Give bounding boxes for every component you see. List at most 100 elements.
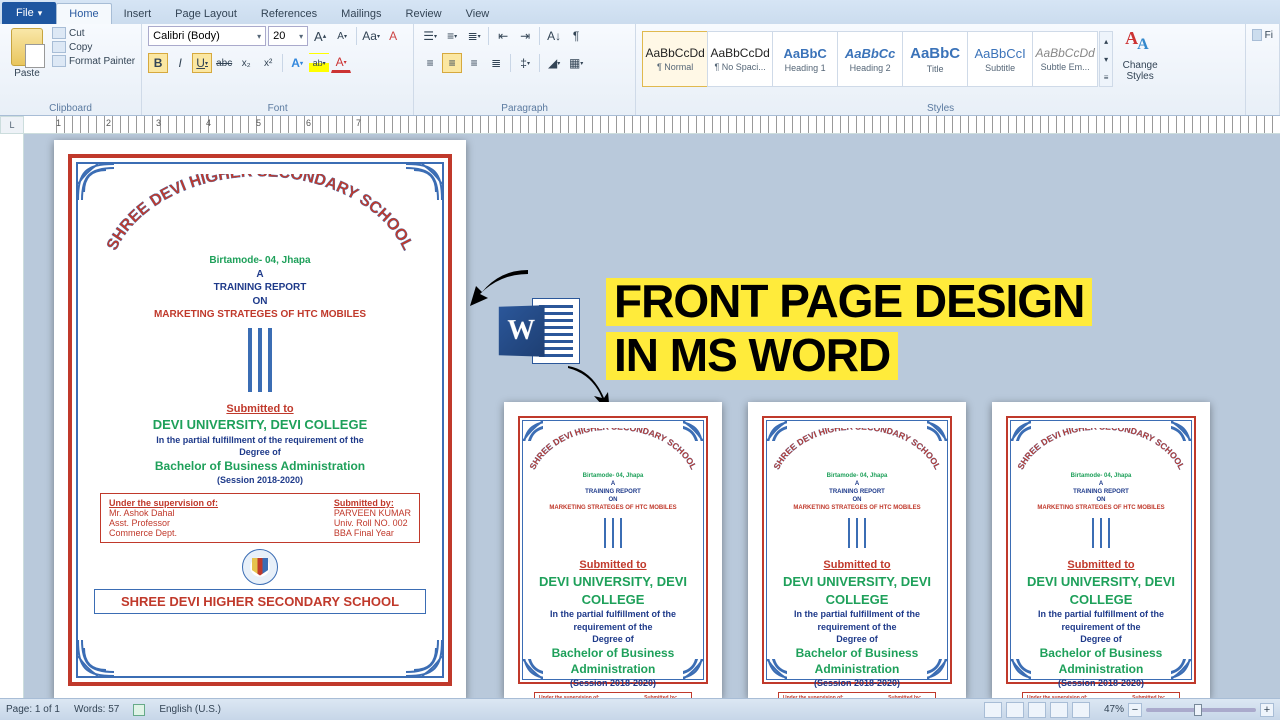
tab-view[interactable]: View (454, 4, 502, 24)
style-no-spacing[interactable]: AaBbCcDd¶ No Spaci... (707, 31, 773, 87)
tab-insert[interactable]: Insert (112, 4, 164, 24)
doc-on: ON (526, 496, 700, 504)
doc-a: A (770, 480, 944, 488)
tab-file[interactable]: File (2, 2, 56, 24)
status-bar: Page: 1 of 1 Words: 57 English (U.S.) 47… (0, 698, 1280, 720)
underline-button[interactable]: U▾ (192, 53, 212, 73)
document-canvas[interactable]: SHREE DEVI HIGHER SECONDARY SCHOOL Birta… (24, 134, 1280, 698)
doc-on: ON (1014, 496, 1188, 504)
wordart-arch[interactable]: SHREE DEVI HIGHER SECONDARY SCHOOL (1014, 428, 1188, 472)
style-heading-1[interactable]: AaBbCHeading 1 (772, 31, 838, 87)
status-words[interactable]: Words: 57 (74, 704, 119, 715)
view-draft-button[interactable] (1072, 702, 1090, 718)
paste-button[interactable]: Paste (6, 26, 48, 79)
doc-bba: Bachelor of Business Administration (1014, 645, 1188, 677)
tab-references[interactable]: References (249, 4, 329, 24)
wordart-arch[interactable]: SHREE DEVI HIGHER SECONDARY SCHOOL (526, 428, 700, 472)
document-page-main[interactable]: SHREE DEVI HIGHER SECONDARY SCHOOL Birta… (54, 140, 466, 698)
status-page[interactable]: Page: 1 of 1 (6, 704, 60, 715)
doc-training: TRAINING REPORT (1014, 488, 1188, 496)
page-inner-border: SHREE DEVI HIGHER SECONDARY SCHOOL Birta… (1010, 420, 1192, 680)
font-size-combo[interactable]: 20 (268, 26, 308, 46)
sort-button[interactable]: A↓ (544, 26, 564, 46)
vertical-ruler[interactable] (0, 134, 24, 698)
style-heading-2[interactable]: AaBbCcHeading 2 (837, 31, 903, 87)
multilevel-button[interactable]: ≣▾ (464, 26, 484, 46)
change-styles-button[interactable]: AA Change Styles (1117, 26, 1163, 82)
doc-on: ON (84, 295, 436, 309)
format-painter-button[interactable]: Format Painter (52, 54, 135, 68)
increase-indent-button[interactable]: ⇥ (515, 26, 535, 46)
submission-box: Under the supervision of: Mr. Ashok Daha… (100, 493, 420, 543)
doc-partial: In the partial fulfillment of the requir… (770, 608, 944, 632)
align-left-button[interactable]: ≡ (420, 53, 440, 73)
style-title[interactable]: AaBbCTitle (902, 31, 968, 87)
tab-home[interactable]: Home (56, 3, 111, 24)
ruler-corner[interactable]: L (0, 116, 24, 134)
doc-topic: MARKETING STRATEGES OF HTC MOBILES (526, 504, 700, 512)
style-subtitle[interactable]: AaBbCcISubtitle (967, 31, 1033, 87)
zoom-slider[interactable] (1146, 708, 1256, 712)
corner-ornament-icon (683, 659, 705, 681)
headline-line-2: IN MS WORD (606, 332, 898, 380)
cut-button[interactable]: Cut (52, 26, 135, 40)
numbering-button[interactable]: ≡▾ (442, 26, 462, 46)
highlight-button[interactable]: ab▾ (309, 53, 329, 73)
doc-on: ON (770, 496, 944, 504)
font-name-combo[interactable]: Calibri (Body) (148, 26, 266, 46)
bullets-button[interactable]: ☰▾ (420, 26, 440, 46)
page-outer-border: SHREE DEVI HIGHER SECONDARY SCHOOL Birta… (68, 154, 452, 686)
doc-training: TRAINING REPORT (84, 281, 436, 295)
italic-button[interactable]: I (170, 53, 190, 73)
find-button[interactable]: Fi (1252, 28, 1273, 42)
copy-button[interactable]: Copy (52, 40, 135, 54)
zoom-thumb[interactable] (1194, 704, 1202, 716)
strikethrough-button[interactable]: abc (214, 53, 234, 73)
doc-a: A (526, 480, 700, 488)
line-spacing-button[interactable]: ‡▾ (515, 53, 535, 73)
styles-scroll[interactable]: ▴▾≡ (1099, 31, 1113, 87)
view-print-layout-button[interactable] (984, 702, 1002, 718)
vertical-bars-icon (1014, 518, 1188, 548)
justify-button[interactable]: ≣ (486, 53, 506, 73)
wordart-arch[interactable]: SHREE DEVI HIGHER SECONDARY SCHOOL (84, 174, 436, 254)
page-inner-border: SHREE DEVI HIGHER SECONDARY SCHOOL Birta… (522, 420, 704, 680)
doc-location: Birtamode- 04, Jhapa (526, 472, 700, 480)
doc-partial: In the partial fulfillment of the requir… (84, 434, 436, 446)
show-hide-button[interactable]: ¶ (566, 26, 586, 46)
headline-overlay: FRONT PAGE DESIGN IN MS WORD (606, 278, 1092, 386)
zoom-out-button[interactable]: − (1128, 703, 1142, 717)
tab-review[interactable]: Review (394, 4, 454, 24)
wordart-arch[interactable]: SHREE DEVI HIGHER SECONDARY SCHOOL (770, 428, 944, 472)
text-effects-button[interactable]: A▾ (287, 53, 307, 73)
bold-button[interactable]: B (148, 53, 168, 73)
borders-button[interactable]: ▦▾ (566, 53, 586, 73)
tab-page-layout[interactable]: Page Layout (163, 4, 249, 24)
clear-formatting-button[interactable]: A (383, 26, 403, 46)
doc-topic: MARKETING STRATEGES OF HTC MOBILES (84, 308, 436, 322)
styles-gallery[interactable]: AaBbCcDd¶ Normal AaBbCcDd¶ No Spaci... A… (642, 26, 1113, 92)
shrink-font-button[interactable]: A▾ (332, 26, 352, 46)
superscript-button[interactable]: x² (258, 53, 278, 73)
zoom-in-button[interactable]: + (1260, 703, 1274, 717)
decrease-indent-button[interactable]: ⇤ (493, 26, 513, 46)
change-case-button[interactable]: Aa▾ (361, 26, 381, 46)
proofing-icon[interactable] (133, 704, 145, 716)
shading-button[interactable]: ◢▾ (544, 53, 564, 73)
font-color-button[interactable]: A▾ (331, 53, 351, 73)
subscript-button[interactable]: x₂ (236, 53, 256, 73)
grow-font-button[interactable]: A▴ (310, 26, 330, 46)
align-center-button[interactable]: ≡ (442, 53, 462, 73)
tab-mailings[interactable]: Mailings (329, 4, 393, 24)
view-web-layout-button[interactable] (1028, 702, 1046, 718)
doc-degree: Degree of (1014, 633, 1188, 645)
align-right-button[interactable]: ≡ (464, 53, 484, 73)
view-full-screen-button[interactable] (1006, 702, 1024, 718)
horizontal-ruler[interactable]: 1234567 (24, 116, 1280, 134)
style-subtle-em[interactable]: AaBbCcDdSubtle Em... (1032, 31, 1098, 87)
view-outline-button[interactable] (1050, 702, 1068, 718)
style-normal[interactable]: AaBbCcDd¶ Normal (642, 31, 708, 87)
paste-label: Paste (6, 68, 48, 79)
zoom-level[interactable]: 47% (1104, 704, 1124, 715)
status-language[interactable]: English (U.S.) (159, 704, 221, 715)
